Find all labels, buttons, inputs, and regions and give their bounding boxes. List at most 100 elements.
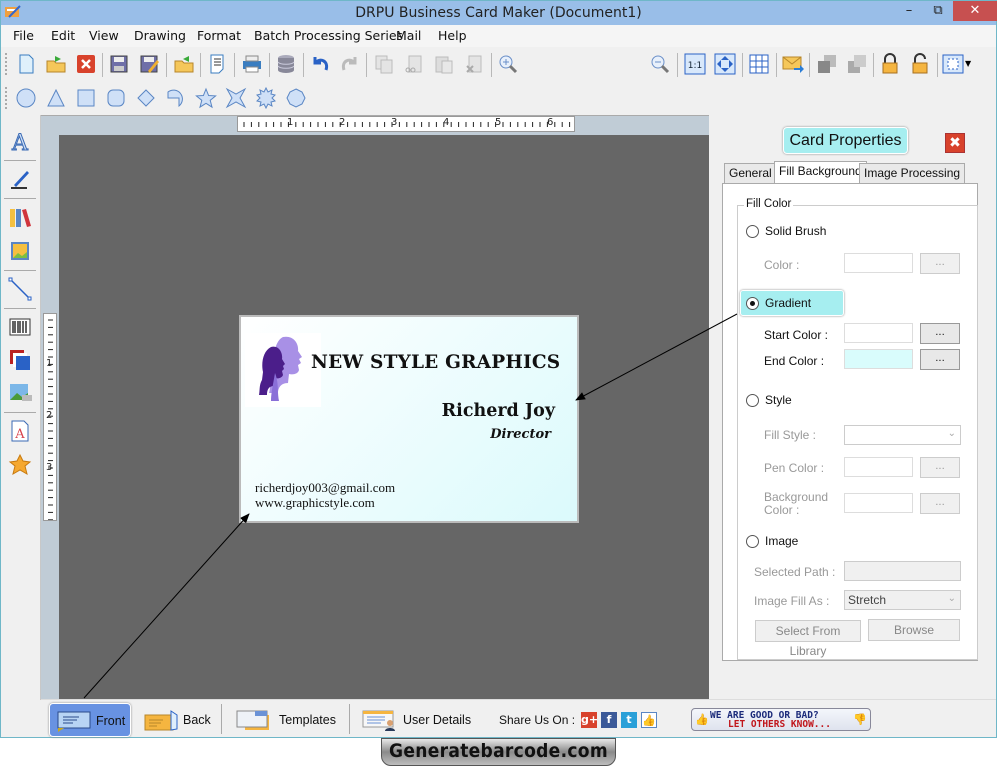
color-picker-button[interactable]: ... [920,253,960,274]
barcode-icon[interactable] [8,315,32,339]
facebook-icon[interactable]: f [601,712,617,728]
cut-icon[interactable] [403,53,425,75]
menu-view[interactable]: View [89,28,119,43]
undo-icon[interactable] [309,53,331,75]
save-as-icon[interactable] [138,53,160,75]
star4-icon[interactable] [225,87,247,109]
business-card[interactable]: NEW STYLE GRAPHICS Richerd Joy Director … [239,315,579,523]
rounded-rect-icon[interactable] [105,87,127,109]
browse-button[interactable]: Browse [868,619,960,641]
color-field[interactable] [844,253,913,273]
picture-icon[interactable] [8,239,32,263]
copy-icon[interactable] [373,53,395,75]
symbol-icon[interactable] [8,453,32,477]
menu-edit[interactable]: Edit [51,28,75,43]
redo-icon[interactable] [339,53,361,75]
minimize-button[interactable]: – [896,1,922,21]
toolbar-grip[interactable] [5,87,8,109]
align-dropdown-icon[interactable]: ▼ [965,59,971,68]
diamond-icon[interactable] [135,87,157,109]
properties-close-button[interactable]: ✖ [945,133,965,153]
radio-icon[interactable] [746,535,759,549]
menu-help[interactable]: Help [438,28,467,43]
tab-image-processing[interactable]: Image Processing [859,163,966,183]
new-icon[interactable] [15,53,37,75]
paste-icon[interactable] [433,53,455,75]
radio-checked-icon[interactable] [746,297,759,311]
start-color-button[interactable]: ... [920,323,960,344]
print-icon[interactable] [241,53,263,75]
image-fill-select[interactable]: Stretch ⌄ [844,590,961,610]
open-icon[interactable] [45,53,67,75]
selected-path-field[interactable] [844,561,961,581]
templates-button[interactable]: Templates [229,703,341,737]
card-email[interactable]: richerdjoy003@gmail.com [255,480,395,496]
radio-icon[interactable] [746,394,759,408]
save-icon[interactable] [108,53,130,75]
faces-logo-icon[interactable] [245,333,321,407]
menu-mail[interactable]: Mail [396,28,421,43]
solid-brush-radio[interactable]: Solid Brush [746,224,826,239]
end-color-button[interactable]: ... [920,349,960,370]
rectangle-icon[interactable] [75,87,97,109]
text-icon[interactable]: A [8,129,32,154]
back-button[interactable]: Back [137,703,213,737]
image-icon[interactable] [8,381,32,405]
google-plus-icon[interactable]: g+ [581,712,598,728]
page-setup-icon[interactable] [206,53,228,75]
pen-color-button[interactable]: ... [920,457,960,478]
burst-icon[interactable] [255,87,277,109]
library-icon[interactable] [8,205,32,229]
unlock-icon[interactable] [909,53,931,75]
end-color-field[interactable] [844,349,913,369]
watermark-icon[interactable]: A [8,419,32,443]
gradient-radio[interactable]: Gradient [746,296,811,311]
person-name[interactable]: Richerd Joy [442,401,555,421]
tab-fill-background[interactable]: Fill Background [774,161,867,184]
like-icon[interactable]: 👍 [641,712,657,728]
mail-icon[interactable] [782,53,804,75]
arc-icon[interactable] [165,87,187,109]
close-doc-icon[interactable] [75,53,97,75]
align-icon[interactable] [942,53,964,75]
fill-style-select[interactable]: ⌄ [844,425,961,445]
pen-color-field[interactable] [844,457,913,477]
bring-front-icon[interactable] [816,53,838,75]
card-website[interactable]: www.graphicstyle.com [255,495,375,511]
ellipse-icon[interactable] [15,87,37,109]
fit-window-icon[interactable] [714,53,736,75]
twitter-icon[interactable]: t [621,712,637,728]
select-from-library-button[interactable]: Select From Library [755,620,861,658]
style-radio[interactable]: Style [746,393,792,408]
image-radio[interactable]: Image [746,534,798,549]
toolbar-grip[interactable] [5,53,8,75]
menu-file[interactable]: File [13,28,34,43]
zoom-in-icon[interactable] [497,53,519,75]
triangle-icon[interactable] [45,87,67,109]
menu-format[interactable]: Format [197,28,241,43]
company-name[interactable]: NEW STYLE GRAPHICS [311,352,560,373]
start-color-field[interactable] [844,323,913,343]
star5-icon[interactable] [195,87,217,109]
radio-icon[interactable] [746,225,759,239]
menu-drawing[interactable]: Drawing [134,28,186,43]
lock-icon[interactable] [879,53,901,75]
feedback-banner[interactable]: 👍 WE ARE GOOD OR BAD? LET OTHERS KNOW...… [691,708,871,731]
front-button[interactable]: Front [49,703,131,737]
user-details-button[interactable]: User Details [355,703,473,737]
polygon-icon[interactable] [285,87,307,109]
pen-icon[interactable] [8,167,32,191]
maximize-button[interactable]: ⧉ [925,1,951,21]
line-icon[interactable] [8,277,32,301]
delete-icon[interactable] [463,53,485,75]
send-back-icon[interactable] [846,53,868,75]
grid-icon[interactable] [748,53,770,75]
background-icon[interactable] [8,348,32,372]
background-color-button[interactable]: ... [920,493,960,514]
zoom-out-icon[interactable] [649,53,671,75]
close-button[interactable]: ✕ [953,1,997,21]
tab-general[interactable]: General [724,163,777,183]
background-color-field[interactable] [844,493,913,513]
export-icon[interactable] [173,53,195,75]
menu-batch-processing[interactable]: Batch Processing Series [254,28,403,43]
